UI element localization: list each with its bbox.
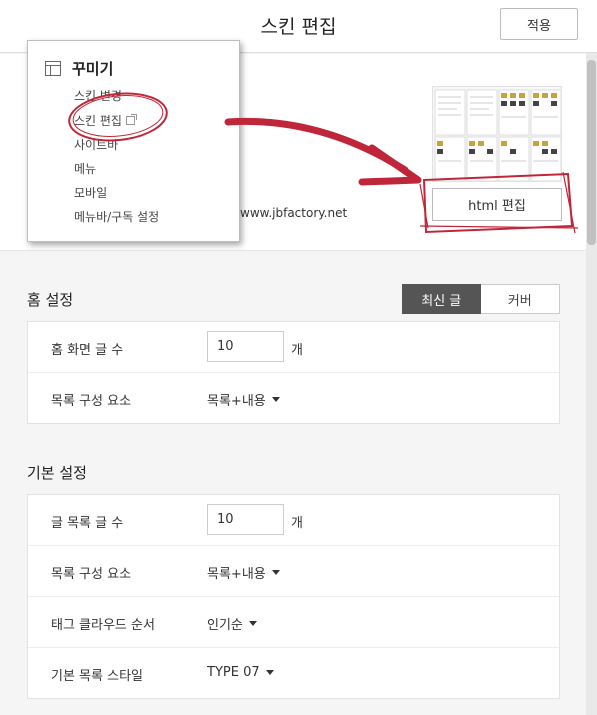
basic-settings-card: 글 목록 글 수 개 목록 구성 요소 목록+내용 태그 클라우드 순서 인기순… — [27, 494, 560, 699]
decorate-menu: 꾸미기 스킨 변경 스킨 편집 사이트바 메뉴 모바일 메뉴바/구독 설정 — [27, 40, 240, 242]
list-style-row: 기본 목록 스타일 TYPE 07 — [28, 648, 559, 699]
home-list-elements-row: 목록 구성 요소 목록+내용 — [28, 373, 559, 424]
caret-down-icon — [271, 397, 280, 402]
tag-cloud-order-label: 태그 클라우드 순서 — [51, 618, 155, 633]
home-list-elements-value: 목록+내용 — [207, 394, 266, 409]
layout-icon — [45, 61, 61, 76]
tag-cloud-order-select[interactable]: 인기순 — [207, 614, 257, 633]
home-post-count-input[interactable] — [207, 331, 284, 362]
home-list-elements-select[interactable]: 목록+내용 — [207, 390, 280, 409]
home-settings-title: 홈 설정 — [27, 291, 74, 309]
basic-list-elements-row: 목록 구성 요소 목록+내용 — [28, 546, 559, 597]
basic-post-count-unit: 개 — [291, 516, 303, 531]
menu-item-sidebar[interactable]: 사이트바 — [74, 136, 118, 153]
external-link-icon — [125, 114, 137, 125]
decorate-menu-heading-label: 꾸미기 — [72, 60, 114, 78]
list-style-select[interactable]: TYPE 07 — [207, 665, 274, 680]
menu-item-skin-edit-label: 스킨 편집 — [74, 114, 122, 128]
basic-list-elements-select[interactable]: 목록+내용 — [207, 563, 280, 582]
scrollbar-thumb[interactable] — [587, 60, 596, 245]
tag-cloud-order-value: 인기순 — [207, 618, 243, 633]
basic-list-elements-label: 목록 구성 요소 — [51, 567, 132, 582]
tab-cover[interactable]: 커버 — [480, 284, 560, 314]
skin-thumbnail — [432, 86, 562, 182]
menu-item-skin-edit[interactable]: 스킨 편집 — [74, 112, 137, 129]
home-post-count-label: 홈 화면 글 수 — [51, 343, 124, 358]
basic-post-count-label: 글 목록 글 수 — [51, 516, 124, 531]
menu-item-skin-change[interactable]: 스킨 변경 — [74, 87, 122, 104]
menu-item-menubar-subscription[interactable]: 메뉴바/구독 설정 — [74, 208, 159, 225]
html-edit-button[interactable]: html 편집 — [432, 188, 562, 221]
basic-post-count-input[interactable] — [207, 504, 284, 535]
basic-post-count-row: 글 목록 글 수 개 — [28, 495, 559, 546]
list-style-label: 기본 목록 스타일 — [51, 669, 143, 684]
home-post-count-unit: 개 — [291, 343, 303, 358]
skin-thumbnail-image — [433, 87, 561, 181]
home-list-elements-label: 목록 구성 요소 — [51, 394, 132, 409]
home-settings-tabs: 최신 글 커버 — [402, 284, 560, 314]
apply-button[interactable]: 적용 — [500, 8, 578, 40]
decorate-menu-heading: 꾸미기 — [45, 58, 113, 79]
home-post-count-row: 홈 화면 글 수 개 — [28, 322, 559, 373]
caret-down-icon — [271, 570, 280, 575]
caret-down-icon — [265, 670, 274, 675]
caret-down-icon — [248, 621, 257, 626]
menu-item-menu[interactable]: 메뉴 — [74, 160, 96, 177]
basic-list-elements-value: 목록+내용 — [207, 567, 266, 582]
menu-item-mobile[interactable]: 모바일 — [74, 184, 107, 201]
tag-cloud-order-row: 태그 클라우드 순서 인기순 — [28, 597, 559, 648]
home-settings-card: 홈 화면 글 수 개 목록 구성 요소 목록+내용 — [27, 321, 560, 424]
tab-latest-posts[interactable]: 최신 글 — [402, 284, 481, 314]
basic-settings-title: 기본 설정 — [27, 464, 87, 482]
blog-url: www.jbfactory.net — [240, 206, 348, 220]
list-style-value: TYPE 07 — [207, 665, 260, 680]
